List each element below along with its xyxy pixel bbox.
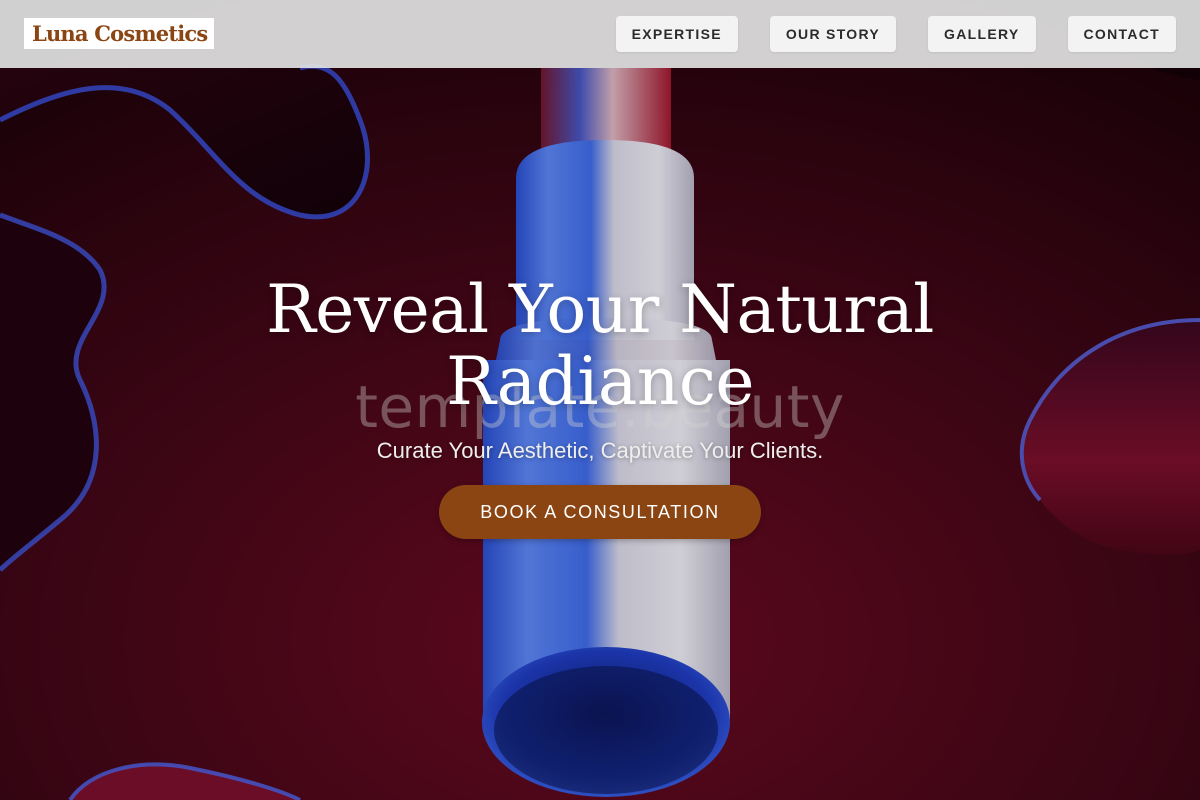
nav-expertise-button[interactable]: EXPERTISE [615, 16, 738, 52]
book-consultation-button[interactable]: BOOK A CONSULTATION [439, 485, 761, 539]
hero-section: template.beauty Reveal Your Natural Radi… [0, 0, 1200, 800]
main-nav: EXPERTISE OUR STORY GALLERY CONTACT [615, 16, 1176, 52]
nav-contact-button[interactable]: CONTACT [1067, 16, 1176, 52]
hero-subheadline: Curate Your Aesthetic, Captivate Your Cl… [376, 438, 824, 463]
brand-logo[interactable]: Luna Cosmetics [24, 18, 215, 49]
nav-gallery-button[interactable]: GALLERY [928, 16, 1036, 52]
hero-headline: Reveal Your Natural Radiance [266, 271, 934, 420]
nav-our-story-button[interactable]: OUR STORY [769, 16, 897, 52]
landing-page: Luna Cosmetics EXPERTISE OUR STORY GALLE… [0, 0, 1200, 800]
site-header: Luna Cosmetics EXPERTISE OUR STORY GALLE… [0, 0, 1200, 68]
